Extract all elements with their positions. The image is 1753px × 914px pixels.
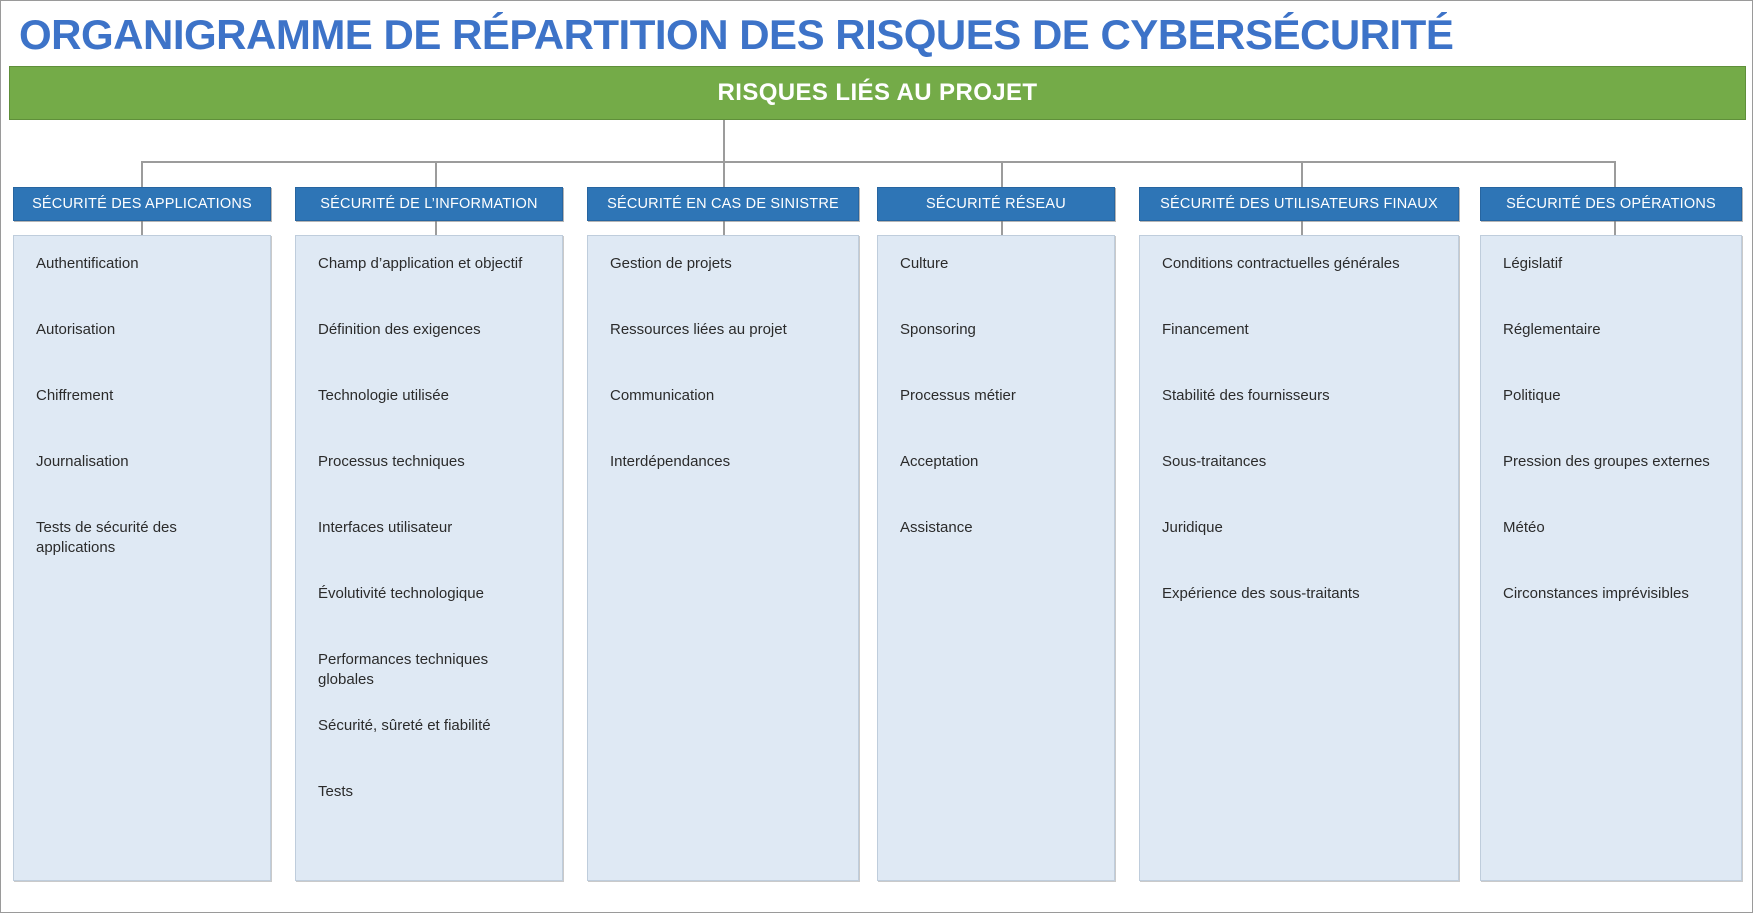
column-group: SÉCURITÉ DES APPLICATIONS Authentificati…: [1, 1, 1753, 914]
column-header-label-1: SÉCURITÉ DES APPLICATIONS: [32, 196, 252, 212]
list-item: Acceptation: [900, 453, 979, 470]
column-body-3: Gestion de projets Ressources liées au p…: [587, 235, 859, 881]
column-body-4: Culture Sponsoring Processus métier Acce…: [877, 235, 1115, 881]
list-item: Tests: [318, 783, 354, 800]
column-body-6: Législatif Réglementaire Politique Press…: [1480, 235, 1742, 881]
column-securite-de-l-information: SÉCURITÉ DE L’INFORMATION Champ d’applic…: [295, 187, 563, 881]
list-item: Tests de sécurité des applications: [36, 519, 177, 556]
column-header-4[interactable]: SÉCURITÉ RÉSEAU: [877, 187, 1115, 221]
connector-drop-6: [1614, 161, 1616, 187]
connector-root-stem: [723, 120, 725, 162]
column-header-label-5: SÉCURITÉ DES UTILISATEURS FINAUX: [1160, 196, 1438, 212]
column-header-1[interactable]: SÉCURITÉ DES APPLICATIONS: [13, 187, 271, 221]
list-item: Culture: [900, 255, 949, 272]
column-header-6[interactable]: SÉCURITÉ DES OPÉRATIONS: [1480, 187, 1742, 221]
column-header-label-2: SÉCURITÉ DE L’INFORMATION: [320, 196, 538, 212]
column-header-5[interactable]: SÉCURITÉ DES UTILISATEURS FINAUX: [1139, 187, 1459, 221]
column-body-2: Champ d’application et objectif Définiti…: [295, 235, 563, 881]
list-item: Pression des groupes externes: [1503, 453, 1710, 470]
list-item: Interfaces utilisateur: [318, 519, 453, 536]
list-item: Juridique: [1162, 519, 1223, 536]
list-item: Définition des exigences: [318, 321, 481, 338]
connector-drop-4: [1001, 161, 1003, 187]
list-item: Gestion de projets: [610, 255, 732, 272]
column-header-label-6: SÉCURITÉ DES OPÉRATIONS: [1506, 196, 1716, 212]
column-header-2[interactable]: SÉCURITÉ DE L’INFORMATION: [295, 187, 563, 221]
list-item: Ressources liées au projet: [610, 321, 787, 338]
column-securite-des-applications: SÉCURITÉ DES APPLICATIONS Authentificati…: [13, 187, 271, 881]
connector-drop-2: [435, 161, 437, 187]
column-securite-des-operations: SÉCURITÉ DES OPÉRATIONS Législatif Régle…: [1480, 187, 1742, 881]
column-header-3[interactable]: SÉCURITÉ EN CAS DE SINISTRE: [587, 187, 859, 221]
list-item: Performances techniques globales: [318, 651, 489, 688]
list-item: Champ d’application et objectif: [318, 255, 523, 272]
list-item: Politique: [1503, 387, 1561, 404]
root-node-label: RISQUES LIÉS AU PROJET: [717, 79, 1038, 106]
list-item: Interdépendances: [610, 453, 731, 470]
list-item: Authentification: [36, 255, 139, 272]
list-item: Journalisation: [36, 453, 129, 470]
column-header-label-3: SÉCURITÉ EN CAS DE SINISTRE: [607, 196, 839, 212]
list-item: Assistance: [900, 519, 973, 536]
page-title: ORGANIGRAMME DE RÉPARTITION DES RISQUES …: [19, 11, 1454, 58]
list-item: Météo: [1503, 519, 1545, 536]
connector-drop-3: [723, 161, 725, 187]
column-securite-reseau: SÉCURITÉ RÉSEAU Culture Sponsoring Proce…: [877, 187, 1115, 881]
list-item: Législatif: [1503, 255, 1563, 272]
list-item: Réglementaire: [1503, 321, 1601, 338]
list-item: Sécurité, sûreté et fiabilité: [318, 717, 491, 734]
column-securite-en-cas-de-sinistre: SÉCURITÉ EN CAS DE SINISTRE Gestion de p…: [587, 187, 859, 881]
list-item: Autorisation: [36, 321, 116, 338]
list-item: Conditions contractuelles générales: [1162, 255, 1400, 272]
connector-horizontal-bus: [141, 161, 1615, 163]
list-item: Chiffrement: [36, 387, 114, 404]
list-item: Expérience des sous-traitants: [1162, 585, 1360, 602]
list-item: Communication: [610, 387, 715, 404]
root-node-risques-lies-au-projet[interactable]: RISQUES LIÉS AU PROJET: [9, 66, 1746, 120]
list-item: Sous-traitances: [1162, 453, 1267, 470]
list-item: Évolutivité technologique: [318, 585, 484, 602]
list-item: Processus techniques: [318, 453, 465, 470]
list-item: Technologie utilisée: [318, 387, 449, 404]
list-item: Stabilité des fournisseurs: [1162, 387, 1330, 404]
list-item: Financement: [1162, 321, 1249, 338]
org-chart-canvas: ORGANIGRAMME DE RÉPARTITION DES RISQUES …: [0, 0, 1753, 913]
column-body-1: Authentification Autorisation Chiffremen…: [13, 235, 271, 881]
list-item: Circonstances imprévisibles: [1503, 585, 1689, 602]
connector-drop-5: [1301, 161, 1303, 187]
column-securite-des-utilisateurs-finaux: SÉCURITÉ DES UTILISATEURS FINAUX Conditi…: [1139, 187, 1459, 881]
column-body-5: Conditions contractuelles générales Fina…: [1139, 235, 1459, 881]
column-header-label-4: SÉCURITÉ RÉSEAU: [926, 196, 1066, 212]
list-item: Processus métier: [900, 387, 1016, 404]
list-item: Sponsoring: [900, 321, 976, 338]
connector-drop-1: [141, 161, 143, 187]
